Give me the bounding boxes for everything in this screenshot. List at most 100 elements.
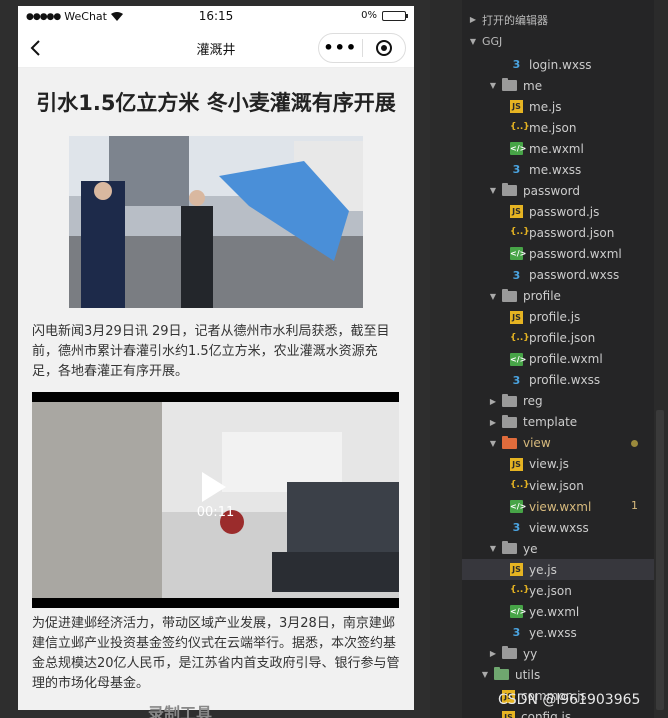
folder-row-reg[interactable]: ▶ reg	[462, 391, 654, 412]
folder-row-view[interactable]: ▼ view	[462, 433, 654, 454]
row-label: profile.json	[529, 331, 596, 346]
problem-count-badge: 1	[631, 499, 638, 513]
scrollbar-thumb[interactable]	[656, 410, 664, 710]
file-row[interactable]: 3 login.wxss	[462, 54, 654, 75]
folder-icon	[502, 646, 517, 660]
folder-icon	[494, 667, 509, 681]
modified-dot-icon	[631, 439, 638, 447]
folder-icon	[502, 541, 517, 555]
row-label: password	[523, 183, 580, 198]
file-row[interactable]: </> ye.wxml	[462, 601, 654, 622]
more-button[interactable]: •••	[319, 34, 362, 62]
wxml-file-icon: </>	[510, 352, 527, 366]
chevron-down-icon: ▼	[489, 544, 497, 554]
file-row[interactable]: JS config.js	[462, 707, 654, 718]
article-title: 引水1.5亿立方米 冬小麦灌溉有序开展	[36, 91, 396, 115]
row-label: view.js	[529, 457, 569, 472]
folder-row-me[interactable]: ▼ me	[462, 75, 654, 96]
js-file-icon: JS	[510, 205, 523, 219]
menu-capsule: •••	[318, 33, 406, 63]
row-label: view.json	[529, 478, 584, 493]
file-row[interactable]: {..} ye.json	[462, 580, 654, 601]
article-content: 引水1.5亿立方米 冬小麦灌溉有序开展 闪电新闻3月29日讯 29日，记者从德州…	[18, 88, 414, 694]
chevron-down-icon: ▼	[489, 81, 497, 91]
file-row[interactable]: </> me.wxml	[462, 138, 654, 159]
wxml-file-icon: </>	[510, 500, 527, 514]
play-icon[interactable]	[202, 472, 226, 502]
file-row[interactable]: 3 view.wxss	[462, 517, 654, 538]
video-duration: 00:11	[196, 505, 235, 520]
file-row[interactable]: {..} view.json	[462, 475, 654, 496]
video-player[interactable]: 00:11	[32, 392, 399, 608]
folder-row-utils[interactable]: ▼ utils	[462, 664, 654, 685]
folder-row-profile[interactable]: ▼ profile	[462, 286, 654, 307]
close-button[interactable]	[363, 40, 406, 56]
js-file-icon: JS	[510, 457, 523, 471]
chevron-down-icon: ▼	[489, 186, 497, 196]
chevron-down-icon: ▼	[489, 291, 497, 301]
project-section[interactable]: ▼ GGJ	[468, 31, 660, 52]
csdn-watermark: CSDN @l961903965	[498, 692, 641, 708]
battery-percent: 0%	[361, 10, 377, 21]
wxss-file-icon: 3	[512, 58, 521, 71]
json-file-icon: {..}	[510, 227, 530, 238]
folder-row-yy[interactable]: ▶ yy	[462, 643, 654, 664]
js-file-icon: JS	[502, 710, 515, 718]
news-photo	[69, 136, 363, 308]
phone-screen: ●●●●● WeChat 16:15 0% 灌溉井 ••• 引水1.5亿立方米 …	[18, 6, 414, 710]
row-label: ye	[523, 541, 538, 556]
folder-icon	[502, 393, 517, 407]
folder-icon	[502, 414, 517, 428]
wxss-file-icon: 3	[512, 626, 521, 640]
row-label: password.js	[529, 204, 600, 219]
folder-row-password[interactable]: ▼ password	[462, 180, 654, 201]
wxss-file-icon: 3	[512, 268, 521, 282]
row-label: view.wxss	[529, 520, 589, 535]
row-label: me	[523, 78, 543, 93]
file-row[interactable]: 3 password.wxss	[462, 265, 654, 286]
file-row[interactable]: 3 ye.wxss	[462, 622, 654, 643]
file-row[interactable]: 3 profile.wxss	[462, 370, 654, 391]
folder-row-ye[interactable]: ▼ ye	[462, 538, 654, 559]
row-label: me.js	[529, 99, 562, 114]
row-label: view	[523, 436, 551, 451]
js-file-icon: JS	[510, 100, 523, 114]
row-label: profile.js	[529, 310, 581, 325]
chevron-right-icon: ▶	[489, 417, 497, 427]
file-row[interactable]: JS profile.js	[462, 307, 654, 328]
wxml-file-icon: </>	[510, 247, 527, 261]
file-row[interactable]: {..} profile.json	[462, 328, 654, 349]
row-label: password.json	[529, 225, 615, 240]
file-row[interactable]: {..} me.json	[462, 117, 654, 138]
file-row[interactable]: </> profile.wxml	[462, 349, 654, 370]
row-label: password.wxss	[529, 268, 620, 282]
file-row[interactable]: 3 me.wxss	[462, 159, 654, 180]
file-explorer: ▶ 打开的编辑器 ▼ GGJ 3 login.wxss ▼ me JS me.js {..}…	[462, 0, 654, 718]
folder-icon	[502, 183, 517, 197]
row-label: password.wxml	[529, 246, 622, 261]
folder-row-template[interactable]: ▶ template	[462, 412, 654, 433]
chevron-down-icon: ▼	[489, 438, 497, 448]
row-label: yy	[523, 646, 538, 661]
file-row[interactable]: JS view.js	[462, 454, 654, 475]
article-paragraph: 为促进建邺经济活力，带动区域产业发展，3月28日，南京建邺建信立邺产业投资基金签…	[32, 616, 400, 691]
file-row[interactable]: JS password.js	[462, 201, 654, 222]
battery-icon	[382, 10, 408, 21]
row-label: config.js	[521, 710, 572, 718]
chevron-right-icon: ▶	[489, 396, 497, 406]
js-file-icon: JS	[510, 310, 523, 324]
open-editors-section[interactable]: ▶ 打开的编辑器	[468, 9, 660, 30]
navigation-bar: 灌溉井 •••	[18, 28, 414, 68]
file-row[interactable]: JS me.js	[462, 96, 654, 117]
row-label: me.wxss	[529, 162, 582, 177]
file-row[interactable]: JS ye.js	[462, 559, 654, 581]
file-row[interactable]: {..} password.json	[462, 222, 654, 243]
chevron-right-icon: ▶	[469, 15, 477, 24]
js-file-icon: JS	[510, 563, 523, 577]
file-row[interactable]: </> password.wxml	[462, 243, 654, 264]
file-row[interactable]: </> view.wxml 1	[462, 496, 654, 517]
row-label: login.wxss	[529, 57, 592, 72]
status-bar: ●●●●● WeChat 16:15 0%	[18, 6, 414, 28]
row-label: reg	[523, 394, 543, 409]
chevron-down-icon: ▼	[469, 37, 477, 46]
